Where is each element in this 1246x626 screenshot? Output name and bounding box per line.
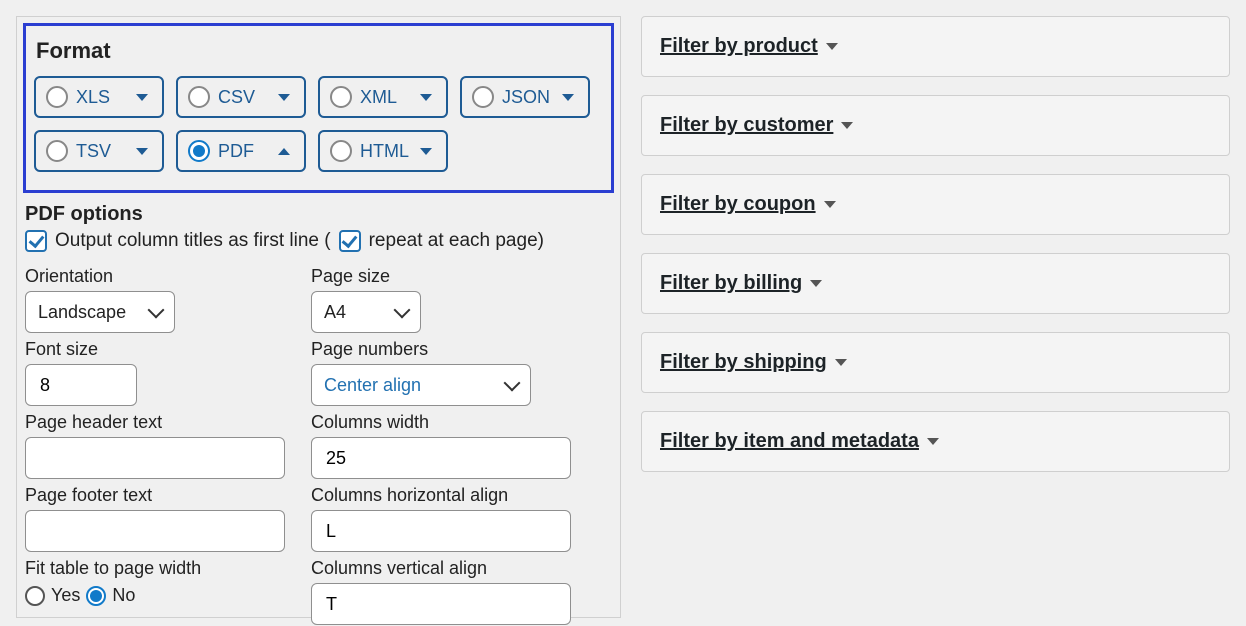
format-label: PDF — [218, 141, 254, 162]
caret-down-icon — [136, 148, 148, 155]
radio-icon[interactable] — [472, 86, 494, 108]
page-size-select[interactable]: A4 — [311, 291, 421, 333]
columns-halign-input[interactable] — [311, 510, 571, 552]
format-pdf[interactable]: PDF — [176, 130, 306, 172]
format-label: JSON — [502, 87, 550, 108]
format-html[interactable]: HTML — [318, 130, 448, 172]
format-label: HTML — [360, 141, 409, 162]
caret-down-icon — [278, 94, 290, 101]
page-footer-field[interactable] — [38, 520, 272, 543]
filter-by-product[interactable]: Filter by product — [641, 16, 1230, 77]
format-csv[interactable]: CSV — [176, 76, 306, 118]
repeat-each-page-label: repeat at each page) — [369, 230, 544, 252]
filter-by-item-metadata[interactable]: Filter by item and metadata — [641, 411, 1230, 472]
chevron-down-icon — [394, 302, 411, 319]
caret-up-icon — [278, 148, 290, 155]
filter-by-customer[interactable]: Filter by customer — [641, 95, 1230, 156]
filter-label: Filter by billing — [660, 272, 802, 295]
format-label: XML — [360, 87, 397, 108]
format-label: CSV — [218, 87, 255, 108]
page-size-value: A4 — [324, 302, 346, 323]
filter-label: Filter by product — [660, 35, 818, 58]
page-header-label: Page header text — [25, 412, 305, 433]
format-title: Format — [36, 38, 603, 64]
page-footer-input[interactable] — [25, 510, 285, 552]
format-tsv[interactable]: TSV — [34, 130, 164, 172]
fit-no-radio[interactable] — [86, 586, 106, 606]
filter-by-shipping[interactable]: Filter by shipping — [641, 332, 1230, 393]
output-titles-checkbox[interactable] — [25, 230, 47, 252]
caret-down-icon — [824, 201, 836, 208]
columns-valign-input[interactable] — [311, 583, 571, 625]
format-label: XLS — [76, 87, 110, 108]
page-footer-label: Page footer text — [25, 485, 305, 506]
columns-halign-field[interactable] — [324, 520, 558, 543]
orientation-select[interactable]: Landscape — [25, 291, 175, 333]
format-section: Format XLS CSV XML — [23, 23, 614, 193]
filter-label: Filter by shipping — [660, 351, 827, 374]
font-size-input[interactable] — [25, 364, 137, 406]
radio-icon[interactable] — [330, 140, 352, 162]
pdf-options-title: PDF options — [25, 203, 614, 226]
caret-down-icon — [810, 280, 822, 287]
page-header-field[interactable] — [38, 447, 272, 470]
right-panel: Filter by product Filter by customer Fil… — [641, 16, 1230, 618]
left-panel: Format XLS CSV XML — [16, 16, 621, 618]
chevron-down-icon — [504, 375, 521, 392]
format-xls[interactable]: XLS — [34, 76, 164, 118]
filter-by-coupon[interactable]: Filter by coupon — [641, 174, 1230, 235]
format-xml[interactable]: XML — [318, 76, 448, 118]
radio-icon[interactable] — [188, 140, 210, 162]
page-numbers-value: Center align — [324, 375, 421, 396]
filter-by-billing[interactable]: Filter by billing — [641, 253, 1230, 314]
radio-icon[interactable] — [330, 86, 352, 108]
orientation-value: Landscape — [38, 302, 126, 323]
filter-label: Filter by coupon — [660, 193, 816, 216]
radio-icon[interactable] — [188, 86, 210, 108]
radio-icon[interactable] — [46, 86, 68, 108]
filter-label: Filter by item and metadata — [660, 430, 919, 453]
orientation-label: Orientation — [25, 266, 305, 287]
caret-down-icon — [927, 438, 939, 445]
font-size-label: Font size — [25, 339, 305, 360]
page-numbers-label: Page numbers — [311, 339, 571, 360]
format-json[interactable]: JSON — [460, 76, 590, 118]
columns-width-label: Columns width — [311, 412, 571, 433]
output-titles-label: Output column titles as first line ( — [55, 230, 331, 252]
page-header-input[interactable] — [25, 437, 285, 479]
font-size-field[interactable] — [38, 374, 124, 397]
columns-width-input[interactable] — [311, 437, 571, 479]
caret-down-icon — [562, 94, 574, 101]
columns-valign-field[interactable] — [324, 593, 558, 616]
caret-down-icon — [136, 94, 148, 101]
fit-yes-radio[interactable] — [25, 586, 45, 606]
repeat-each-page-checkbox[interactable] — [339, 230, 361, 252]
fit-no-label: No — [112, 585, 135, 606]
chevron-down-icon — [148, 302, 165, 319]
filter-label: Filter by customer — [660, 114, 833, 137]
fit-table-label: Fit table to page width — [25, 558, 305, 579]
page-numbers-select[interactable]: Center align — [311, 364, 531, 406]
page-size-label: Page size — [311, 266, 571, 287]
fit-yes-label: Yes — [51, 585, 80, 606]
columns-halign-label: Columns horizontal align — [311, 485, 571, 506]
radio-icon[interactable] — [46, 140, 68, 162]
caret-down-icon — [835, 359, 847, 366]
caret-down-icon — [420, 94, 432, 101]
caret-down-icon — [841, 122, 853, 129]
columns-width-field[interactable] — [324, 447, 558, 470]
columns-valign-label: Columns vertical align — [311, 558, 571, 579]
caret-down-icon — [420, 148, 432, 155]
format-label: TSV — [76, 141, 111, 162]
caret-down-icon — [826, 43, 838, 50]
